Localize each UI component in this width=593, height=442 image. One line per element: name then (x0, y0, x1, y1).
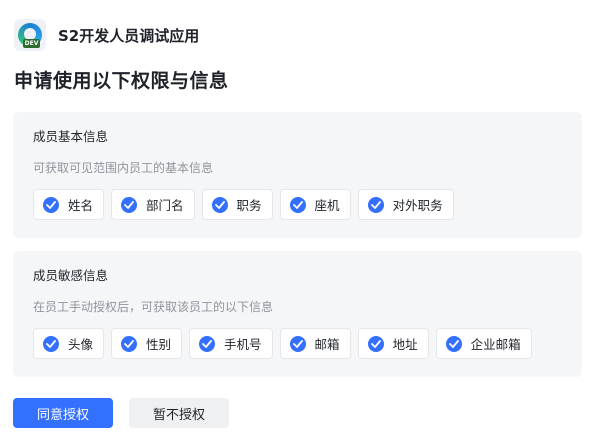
permission-chip[interactable]: 地址 (357, 328, 429, 359)
section-title: 成员敏感信息 (33, 268, 109, 283)
approve-button[interactable]: 同意授权 (13, 398, 113, 428)
permission-chip-label: 姓名 (68, 198, 94, 213)
deny-button[interactable]: 暂不授权 (129, 398, 229, 428)
permission-chip-label: 邮箱 (314, 337, 340, 352)
section-description: 在员工手动授权后，可获取该员工的以下信息 (33, 300, 274, 314)
section-title: 成员基本信息 (33, 129, 109, 144)
checkmark-icon (445, 335, 462, 352)
permission-chip[interactable]: 职务 (201, 189, 273, 220)
checkmark-icon (43, 196, 59, 213)
basic-info-section: 成员基本信息 可获取可见范围内员工的基本信息 姓名 部门名 职务 座机 对外职务 (13, 112, 582, 238)
permission-chip[interactable]: 头像 (33, 328, 105, 359)
permission-chip[interactable]: 手机号 (189, 328, 273, 359)
app-name: S2开发人员调试应用 (58, 26, 200, 45)
checkmark-icon (121, 196, 138, 213)
permission-chip[interactable]: 姓名 (33, 189, 105, 220)
permission-chip-label: 对外职务 (392, 198, 443, 213)
permission-chip-label: 性别 (146, 337, 172, 352)
permission-chip-label: 头像 (68, 337, 94, 352)
checkmark-icon (367, 196, 384, 213)
checkmark-icon (367, 335, 384, 352)
permission-chip-label: 地址 (392, 337, 418, 352)
permission-chip-list: 姓名 部门名 职务 座机 对外职务 (33, 189, 562, 220)
permission-chip[interactable]: 座机 (279, 189, 351, 220)
permission-chip[interactable]: 性别 (111, 328, 183, 359)
checkmark-icon (121, 335, 138, 352)
app-logo: DEV (14, 19, 46, 51)
permission-chip-list: 头像 性别 手机号 邮箱 地址 企业邮箱 (33, 328, 562, 359)
permission-chip-label: 职务 (236, 198, 262, 213)
checkmark-icon (289, 196, 306, 213)
permission-chip[interactable]: 对外职务 (357, 189, 454, 220)
checkmark-icon (199, 335, 216, 352)
section-description: 可获取可见范围内员工的基本信息 (33, 161, 214, 175)
permission-chip[interactable]: 邮箱 (279, 328, 351, 359)
checkmark-icon (211, 196, 228, 213)
permission-chip[interactable]: 部门名 (111, 189, 195, 220)
sensitive-info-section: 成员敏感信息 在员工手动授权后，可获取该员工的以下信息 头像 性别 手机号 邮箱… (13, 251, 582, 377)
app-header: DEV S2开发人员调试应用 (14, 19, 199, 51)
page-title: 申请使用以下权限与信息 (14, 70, 229, 92)
permission-chip-label: 座机 (314, 198, 340, 213)
dev-badge: DEV (23, 39, 40, 48)
checkmark-icon (43, 335, 59, 352)
permission-chip-label: 部门名 (146, 198, 184, 213)
checkmark-icon (289, 335, 306, 352)
permission-chip-label: 手机号 (224, 337, 262, 352)
permission-chip[interactable]: 企业邮箱 (435, 328, 532, 359)
permission-chip-label: 企业邮箱 (470, 337, 521, 352)
